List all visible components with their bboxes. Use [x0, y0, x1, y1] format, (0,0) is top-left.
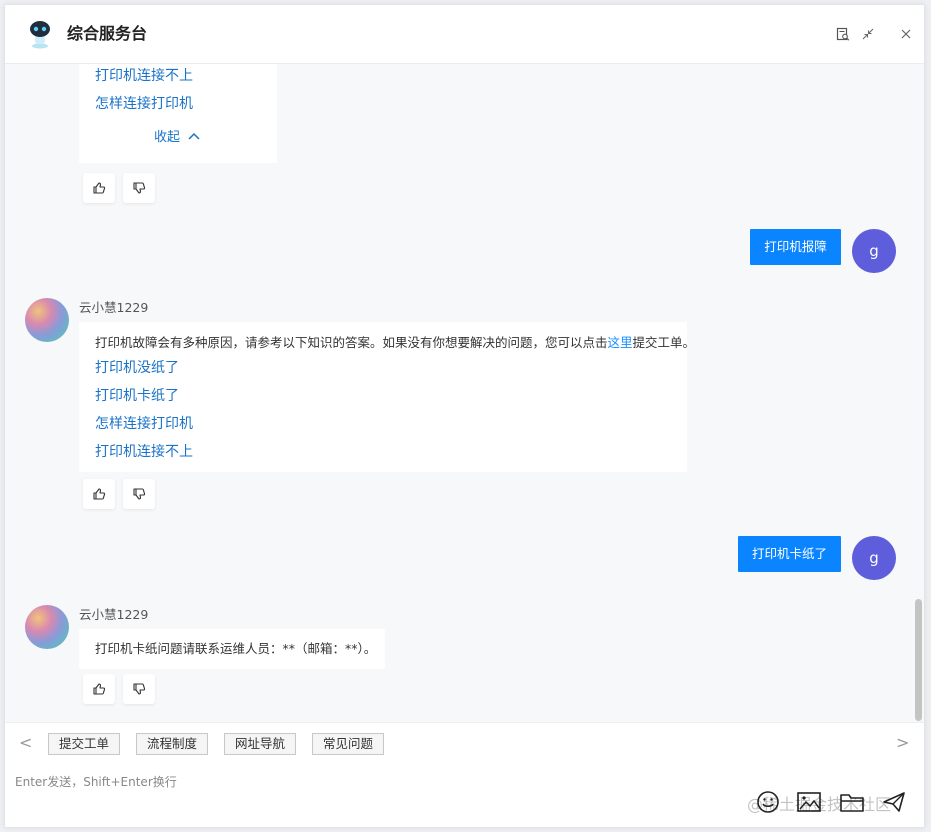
bot-answer-card: 打印机故障会有多种原因，请参考以下知识的答案。如果没有你想要解决的问题，您可以点… — [79, 322, 695, 472]
thumbs-up-icon — [93, 683, 106, 695]
knowledge-link[interactable]: 打印机卡纸了 — [95, 386, 179, 406]
chat-scrollbar[interactable] — [915, 599, 922, 721]
chat-history[interactable]: 打印机连接不上 怎样连接打印机 收起 打印机报障 g 云小慧1229 打印机故障… — [5, 64, 924, 721]
quickbar-prev-button[interactable]: < — [19, 733, 32, 752]
chevron-up-icon — [188, 132, 200, 140]
knowledge-link[interactable]: 打印机连接不上 — [95, 442, 193, 462]
quick-action-bar: < 提交工单 流程制度 网址导航 常见问题 > — [5, 722, 924, 764]
thumbs-down-icon — [133, 488, 146, 500]
thumbs-up-button[interactable] — [83, 173, 115, 203]
thumbs-down-icon — [133, 683, 146, 695]
message-input[interactable] — [13, 769, 717, 795]
user-message: 打印机卡纸了 — [738, 536, 841, 572]
knowledge-link[interactable]: 怎样连接打印机 — [95, 94, 193, 114]
collapse-label: 收起 — [154, 130, 181, 145]
submit-ticket-link[interactable]: 这里 — [608, 335, 633, 350]
bot-answer-card: 打印机卡纸问题请联系运维人员：**（邮箱：**）。 — [79, 629, 385, 669]
bot-name: 云小慧1229 — [79, 607, 149, 622]
image-icon[interactable] — [796, 789, 822, 815]
chat-window: 综合服务台 打印机连接不上 怎样连接打印机 收起 打印机报障 g 云小慧1229… — [4, 4, 925, 828]
search-document-icon[interactable] — [836, 27, 850, 41]
folder-icon[interactable] — [839, 789, 865, 815]
thumbs-down-icon — [133, 182, 146, 194]
thumbs-down-button[interactable] — [123, 479, 155, 509]
bot-answer-card: 打印机连接不上 怎样连接打印机 收起 — [79, 64, 277, 163]
thumbs-down-button[interactable] — [123, 173, 155, 203]
quick-process-policy-button[interactable]: 流程制度 — [136, 733, 208, 755]
close-icon[interactable] — [899, 27, 913, 41]
send-icon[interactable] — [881, 789, 907, 815]
minimize-icon[interactable] — [861, 27, 875, 41]
bot-avatar — [25, 605, 69, 649]
emoji-icon[interactable] — [755, 789, 781, 815]
thumbs-down-button[interactable] — [123, 674, 155, 704]
robot-logo-icon — [30, 21, 50, 49]
knowledge-link[interactable]: 怎样连接打印机 — [95, 414, 193, 434]
thumbs-up-button[interactable] — [83, 479, 115, 509]
thumbs-up-icon — [93, 488, 106, 500]
quickbar-next-button[interactable]: > — [896, 733, 909, 752]
quick-url-nav-button[interactable]: 网址导航 — [224, 733, 296, 755]
knowledge-link[interactable]: 打印机没纸了 — [95, 358, 179, 378]
collapse-button[interactable]: 收起 — [154, 128, 200, 148]
input-area: @稀土掘金技术社区 — [5, 763, 924, 827]
app-title: 综合服务台 — [67, 24, 148, 43]
answer-intro: 打印机故障会有多种原因，请参考以下知识的答案。如果没有你想要解决的问题，您可以点… — [95, 335, 696, 350]
quick-faq-button[interactable]: 常见问题 — [312, 733, 384, 755]
quick-submit-ticket-button[interactable]: 提交工单 — [48, 733, 120, 755]
bot-avatar — [25, 298, 69, 342]
knowledge-link[interactable]: 打印机连接不上 — [95, 66, 193, 86]
user-avatar: g — [852, 536, 896, 580]
thumbs-up-icon — [93, 182, 106, 194]
user-message: 打印机报障 — [750, 229, 841, 265]
thumbs-up-button[interactable] — [83, 674, 115, 704]
bot-name: 云小慧1229 — [79, 300, 149, 315]
header: 综合服务台 — [5, 5, 924, 64]
answer-text: 打印机卡纸问题请联系运维人员：**（邮箱：**）。 — [95, 641, 377, 656]
user-avatar: g — [852, 229, 896, 273]
